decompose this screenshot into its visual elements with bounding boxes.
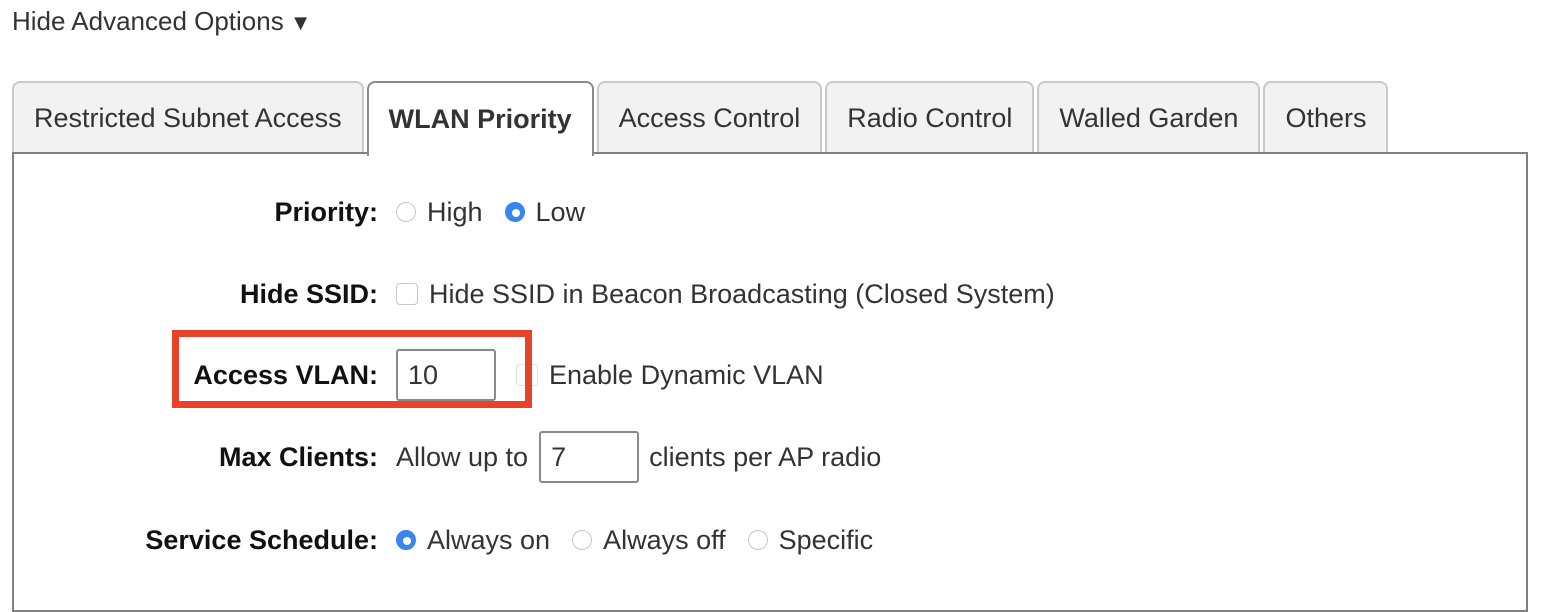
always-off-label[interactable]: Always off bbox=[603, 525, 726, 556]
hide-ssid-label: Hide SSID: bbox=[239, 278, 378, 309]
hide-advanced-options-toggle[interactable]: Hide Advanced Options ▼ bbox=[12, 4, 312, 40]
hide-ssid-row: Hide SSID: Hide SSID in Beacon Broadcast… bbox=[14, 268, 1077, 320]
hide-ssid-checkbox[interactable] bbox=[396, 283, 418, 305]
specific-label[interactable]: Specific bbox=[779, 525, 874, 556]
always-on-label[interactable]: Always on bbox=[427, 525, 550, 556]
tab-label: Walled Garden bbox=[1059, 103, 1239, 133]
tab-label: Radio Control bbox=[847, 103, 1013, 133]
access-vlan-input[interactable] bbox=[396, 349, 496, 401]
tab-access-control[interactable]: Access Control bbox=[596, 81, 823, 154]
priority-low-label[interactable]: Low bbox=[536, 197, 586, 228]
always-off-radio[interactable] bbox=[572, 530, 593, 550]
enable-dynamic-vlan-label[interactable]: Enable Dynamic VLAN bbox=[549, 360, 824, 391]
service-schedule-row: Service Schedule: Always on Always off S… bbox=[14, 514, 895, 566]
priority-high-radio[interactable] bbox=[396, 202, 416, 222]
service-schedule-label: Service Schedule: bbox=[145, 524, 378, 555]
specific-radio[interactable] bbox=[747, 530, 768, 550]
max-clients-input[interactable] bbox=[539, 431, 640, 483]
tab-walled-garden[interactable]: Walled Garden bbox=[1037, 81, 1261, 154]
priority-high-label[interactable]: High bbox=[427, 197, 483, 228]
max-clients-row: Max Clients: Allow up to clients per AP … bbox=[14, 431, 881, 483]
tab-radio-control[interactable]: Radio Control bbox=[825, 81, 1035, 154]
tab-label: WLAN Priority bbox=[388, 104, 572, 134]
hide-ssid-checkbox-label[interactable]: Hide SSID in Beacon Broadcasting (Closed… bbox=[429, 279, 1055, 310]
max-clients-prefix: Allow up to bbox=[396, 441, 529, 472]
access-vlan-label: Access VLAN: bbox=[193, 359, 378, 390]
enable-dynamic-vlan-checkbox[interactable] bbox=[516, 364, 538, 386]
priority-low-radio[interactable] bbox=[504, 202, 525, 222]
max-clients-suffix: clients per AP radio bbox=[649, 441, 882, 472]
access-vlan-row: Access VLAN: Enable Dynamic VLAN bbox=[14, 349, 846, 401]
tab-label: Restricted Subnet Access bbox=[34, 103, 342, 133]
wlan-priority-panel: Priority: High Low Hide SSID: Hide SSID … bbox=[12, 152, 1528, 612]
priority-row: Priority: High Low bbox=[14, 186, 607, 238]
max-clients-label: Max Clients: bbox=[218, 441, 378, 472]
tab-label: Others bbox=[1285, 103, 1367, 133]
priority-label: Priority: bbox=[274, 196, 378, 227]
tab-label: Access Control bbox=[618, 103, 801, 133]
always-on-radio[interactable] bbox=[396, 530, 416, 550]
triangle-down-icon: ▼ bbox=[289, 10, 312, 35]
tab-bar: Restricted Subnet Access WLAN Priority A… bbox=[12, 80, 1391, 156]
tab-wlan-priority[interactable]: WLAN Priority bbox=[366, 81, 594, 156]
tab-restricted-subnet-access[interactable]: Restricted Subnet Access bbox=[12, 81, 364, 154]
tab-others[interactable]: Others bbox=[1263, 81, 1389, 154]
hide-advanced-options-label: Hide Advanced Options bbox=[12, 6, 284, 36]
